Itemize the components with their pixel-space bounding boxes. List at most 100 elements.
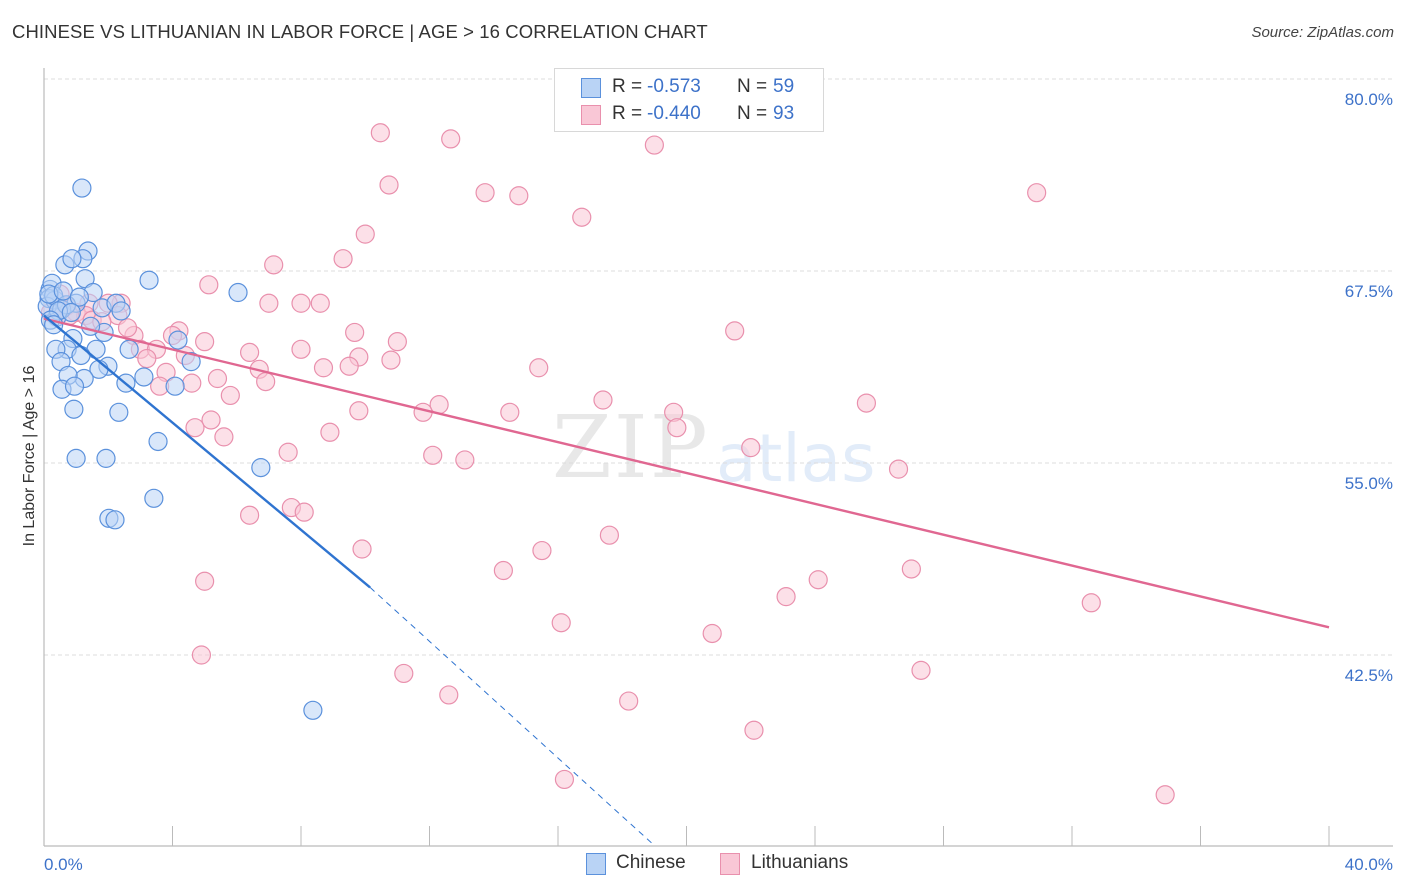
n-value: 59 <box>773 76 795 97</box>
lithuanian-point <box>776 587 796 607</box>
chinese-point <box>251 458 271 478</box>
chinese-trend-extension <box>369 587 655 846</box>
lithuanian-point <box>240 342 260 363</box>
lithuanian-point <box>423 445 443 465</box>
lithuanian-point <box>741 438 761 458</box>
chinese-swatch <box>586 853 606 875</box>
y-tick-label: 80.0% <box>1345 90 1393 109</box>
lithuanian-swatch <box>720 853 740 875</box>
chinese-point <box>53 281 73 301</box>
chinese-point <box>303 700 323 720</box>
lithuanian-point <box>744 720 764 740</box>
lithuanian-point <box>137 348 157 369</box>
chinese-point <box>66 448 86 468</box>
lithuanian-point <box>554 769 575 790</box>
lithuanian-point <box>808 570 828 590</box>
chinese-point <box>62 249 82 269</box>
y-tick-label: 67.5% <box>1345 282 1393 301</box>
chinese-point <box>134 367 154 387</box>
lithuanian-point <box>310 293 330 313</box>
lithuanian-point <box>619 691 639 711</box>
lithuanian-point <box>379 175 399 195</box>
lithuanian-point <box>725 321 745 341</box>
lithuanian-point <box>256 371 276 392</box>
chinese-point <box>111 301 131 321</box>
chinese-point <box>105 510 125 530</box>
chinese-point <box>109 402 129 422</box>
chinese-point <box>168 330 188 350</box>
chinese-point <box>64 376 85 396</box>
lithuanian-point <box>333 249 353 269</box>
lithuanian-point <box>349 401 369 421</box>
r-value: -0.440 <box>647 103 701 124</box>
chinese-point <box>61 302 81 323</box>
lithuanian-trend-line <box>43 317 1330 629</box>
lithuanian-point <box>593 390 613 410</box>
lithuanian-point <box>455 450 475 470</box>
legend-label-chinese: Chinese <box>616 852 686 873</box>
chinese-point <box>72 178 92 198</box>
lithuanian-point <box>667 418 687 438</box>
lithuanian-point <box>509 186 529 206</box>
lithuanian-swatch <box>581 105 601 125</box>
lithuanian-point <box>911 660 931 680</box>
lithuanian-point <box>644 135 664 155</box>
lithuanian-point <box>345 322 365 343</box>
n-label: N = <box>737 76 768 97</box>
lithuanian-point <box>387 332 407 352</box>
axes <box>43 68 1393 847</box>
y-tick-label: 55.0% <box>1345 474 1393 493</box>
lithuanian-point <box>117 318 138 338</box>
lithuanian-point <box>195 571 215 591</box>
y-axis-label: In Labor Force | Age > 16 <box>21 366 38 547</box>
lithuanian-point <box>370 123 390 143</box>
lithuanian-point <box>207 368 228 389</box>
n-value: 93 <box>773 103 795 124</box>
lithuanian-point <box>352 539 372 559</box>
r-value: -0.573 <box>647 76 701 97</box>
legend-row-chinese: R = -0.573 N = 59 <box>555 75 823 101</box>
n-label: N = <box>737 103 768 124</box>
legend-label-lithuanians: Lithuanians <box>751 852 849 873</box>
x-tick-label: 0.0% <box>44 855 83 874</box>
chinese-swatch <box>581 78 601 98</box>
lithuanian-point <box>195 332 215 352</box>
lithuanian-point <box>259 293 279 313</box>
lithuanian-point <box>240 505 260 525</box>
lithuanian-point <box>888 459 909 479</box>
lithuanian-point <box>441 129 461 149</box>
lithuanian-point <box>532 540 552 561</box>
lithuanian-point <box>500 402 520 422</box>
lithuanian-point <box>185 418 205 438</box>
lithuanian-point <box>294 502 314 522</box>
chinese-point <box>96 448 116 468</box>
x-tick-label: 40.0% <box>1345 855 1393 874</box>
legend-row-lithuanians: R = -0.440 N = 93 <box>555 102 823 128</box>
chinese-point <box>148 431 168 452</box>
lithuanian-point <box>901 559 921 579</box>
scatter-plot: 80.0% 67.5% 55.0% 42.5% 0.0% 40.0% In Labor F… <box>21 68 1393 874</box>
lithuanian-point <box>551 613 571 633</box>
r-label: R = <box>612 103 643 124</box>
chinese-point <box>80 316 101 336</box>
lithuanian-point <box>191 645 212 665</box>
lithuanian-point <box>355 224 375 244</box>
chinese-point <box>64 399 84 419</box>
correlation-legend: R = -0.573 N = 59 R = -0.440 N = 93 <box>554 68 824 132</box>
lithuanian-point <box>199 275 219 295</box>
chinese-point <box>144 488 164 508</box>
chinese-point <box>165 376 185 396</box>
lithuanian-point <box>1081 593 1101 613</box>
lithuanian-point <box>572 207 592 227</box>
y-tick-label: 42.5% <box>1345 666 1393 685</box>
lithuanian-point <box>320 422 340 442</box>
lithuanian-point <box>1027 183 1047 203</box>
lithuanian-point <box>278 442 298 462</box>
tick-labels: 80.0% 67.5% 55.0% 42.5% 0.0% 40.0% <box>44 90 1393 874</box>
lithuanian-point <box>439 685 459 705</box>
lithuanian-point <box>291 293 311 313</box>
lithuanian-point <box>702 623 722 644</box>
lithuanian-point <box>394 663 414 684</box>
lithuanian-point <box>182 373 202 393</box>
chinese-point <box>139 270 159 290</box>
